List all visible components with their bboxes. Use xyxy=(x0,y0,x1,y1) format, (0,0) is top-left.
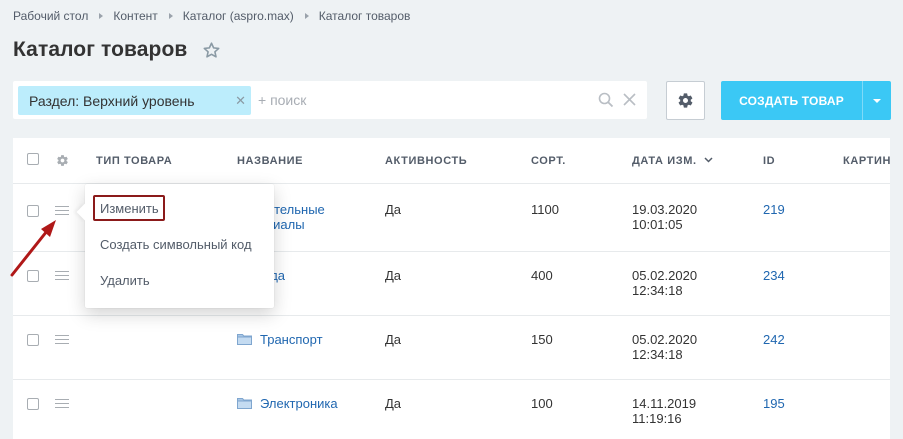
annotation-arrow-icon xyxy=(10,220,56,277)
